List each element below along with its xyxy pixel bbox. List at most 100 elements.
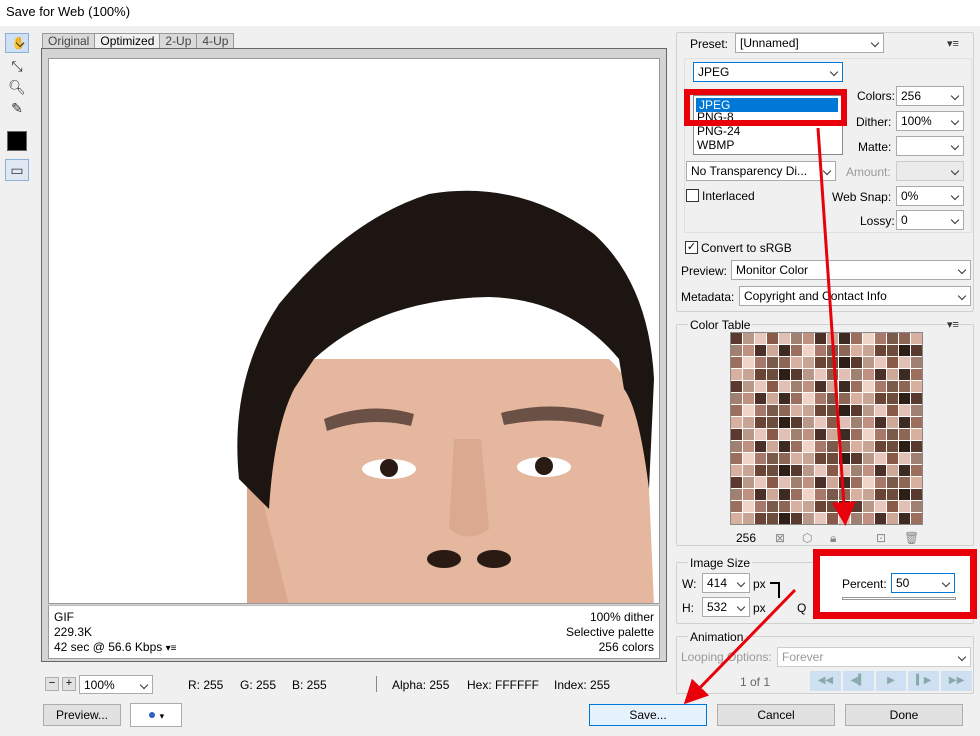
color-swatch[interactable] <box>863 429 874 440</box>
color-swatch[interactable] <box>911 381 922 392</box>
color-swatch[interactable] <box>839 489 850 500</box>
color-swatch[interactable] <box>731 453 742 464</box>
color-swatch[interactable] <box>827 489 838 500</box>
color-swatch[interactable] <box>731 477 742 488</box>
color-swatch[interactable] <box>767 369 778 380</box>
color-swatch[interactable] <box>839 513 850 524</box>
color-swatch[interactable] <box>863 381 874 392</box>
color-swatch[interactable] <box>911 357 922 368</box>
color-swatch[interactable] <box>815 453 826 464</box>
color-swatch[interactable] <box>863 489 874 500</box>
color-swatch[interactable] <box>803 477 814 488</box>
color-swatch[interactable] <box>743 369 754 380</box>
color-swatch[interactable] <box>911 465 922 476</box>
color-swatch[interactable] <box>851 441 862 452</box>
color-swatch[interactable] <box>911 501 922 512</box>
color-swatch[interactable] <box>899 345 910 356</box>
color-swatch[interactable] <box>899 357 910 368</box>
color-swatch[interactable] <box>899 501 910 512</box>
color-swatch[interactable] <box>779 501 790 512</box>
cancel-button[interactable]: Cancel <box>717 704 835 726</box>
color-swatch[interactable] <box>743 381 754 392</box>
color-swatch[interactable] <box>827 477 838 488</box>
zoom-out-button[interactable]: − <box>45 677 59 691</box>
color-swatch[interactable] <box>839 501 850 512</box>
color-swatch[interactable] <box>863 357 874 368</box>
color-swatch[interactable] <box>911 441 922 452</box>
color-swatch[interactable] <box>791 357 802 368</box>
color-swatch[interactable] <box>767 417 778 428</box>
color-swatch[interactable] <box>887 441 898 452</box>
color-swatch[interactable] <box>827 441 838 452</box>
color-swatch[interactable] <box>839 369 850 380</box>
lock-color-icon[interactable]: 🔒︎ <box>830 531 836 546</box>
color-swatch[interactable] <box>743 453 754 464</box>
web-shift-icon[interactable]: ⬡ <box>802 531 812 545</box>
transparency-dither-select[interactable]: No Transparency Di... <box>686 161 836 181</box>
color-swatch[interactable] <box>875 477 886 488</box>
color-swatch[interactable] <box>851 489 862 500</box>
color-swatch[interactable] <box>887 453 898 464</box>
color-swatch[interactable] <box>899 429 910 440</box>
zoom-in-button[interactable]: + <box>62 677 76 691</box>
color-swatch[interactable] <box>803 381 814 392</box>
color-swatch[interactable] <box>791 441 802 452</box>
color-swatch[interactable] <box>875 489 886 500</box>
color-swatch[interactable] <box>815 489 826 500</box>
slice-select-tool-icon[interactable]: ⤡ <box>5 55 29 77</box>
color-swatch[interactable] <box>815 417 826 428</box>
percent-slider[interactable] <box>842 597 956 600</box>
color-swatch[interactable] <box>863 441 874 452</box>
color-swatch[interactable] <box>875 369 886 380</box>
color-swatch[interactable] <box>791 345 802 356</box>
metadata-select[interactable]: Copyright and Contact Info <box>739 286 971 306</box>
color-swatch[interactable] <box>899 489 910 500</box>
color-swatch[interactable] <box>839 357 850 368</box>
tab-4-up[interactable]: 4-Up <box>196 33 235 49</box>
color-swatch[interactable] <box>911 513 922 524</box>
color-swatch[interactable] <box>767 501 778 512</box>
color-swatch[interactable] <box>827 501 838 512</box>
tab-original[interactable]: Original <box>42 33 96 49</box>
color-swatch[interactable] <box>899 465 910 476</box>
color-swatch[interactable] <box>731 417 742 428</box>
color-swatch[interactable] <box>875 441 886 452</box>
delete-color-icon[interactable]: 🗑︎ <box>904 531 919 545</box>
color-swatch[interactable] <box>887 477 898 488</box>
color-swatch[interactable] <box>851 369 862 380</box>
color-swatch[interactable] <box>839 429 850 440</box>
color-swatch[interactable] <box>743 417 754 428</box>
color-swatch[interactable] <box>767 453 778 464</box>
color-swatch[interactable] <box>839 465 850 476</box>
color-swatch[interactable] <box>743 501 754 512</box>
color-swatch[interactable] <box>791 393 802 404</box>
play-icon[interactable]: ▶ <box>875 671 907 691</box>
color-swatch[interactable] <box>743 429 754 440</box>
color-swatch[interactable] <box>887 357 898 368</box>
color-swatch[interactable] <box>911 345 922 356</box>
next-frame-icon[interactable]: ▍▶ <box>908 671 940 691</box>
color-swatch[interactable] <box>899 441 910 452</box>
color-swatch[interactable] <box>755 465 766 476</box>
color-swatch[interactable] <box>887 513 898 524</box>
amount-select[interactable] <box>896 161 964 181</box>
info-menu-icon[interactable]: ▾≡ <box>166 643 177 654</box>
color-swatch[interactable] <box>875 501 886 512</box>
color-swatch[interactable] <box>851 393 862 404</box>
color-swatch[interactable] <box>767 405 778 416</box>
color-swatch[interactable] <box>827 405 838 416</box>
color-swatch[interactable] <box>767 465 778 476</box>
color-swatch[interactable] <box>791 333 802 344</box>
color-swatch[interactable] <box>743 393 754 404</box>
looping-select[interactable]: Forever <box>777 647 971 667</box>
color-swatch[interactable] <box>743 477 754 488</box>
color-swatch[interactable] <box>743 465 754 476</box>
websnap-select[interactable]: 0% <box>896 186 964 206</box>
color-swatch[interactable] <box>887 405 898 416</box>
color-swatch[interactable] <box>779 441 790 452</box>
color-swatch[interactable] <box>815 393 826 404</box>
color-swatch[interactable] <box>839 441 850 452</box>
tab-optimized[interactable]: Optimized <box>94 33 161 49</box>
color-swatch[interactable] <box>815 441 826 452</box>
color-swatch[interactable] <box>755 417 766 428</box>
